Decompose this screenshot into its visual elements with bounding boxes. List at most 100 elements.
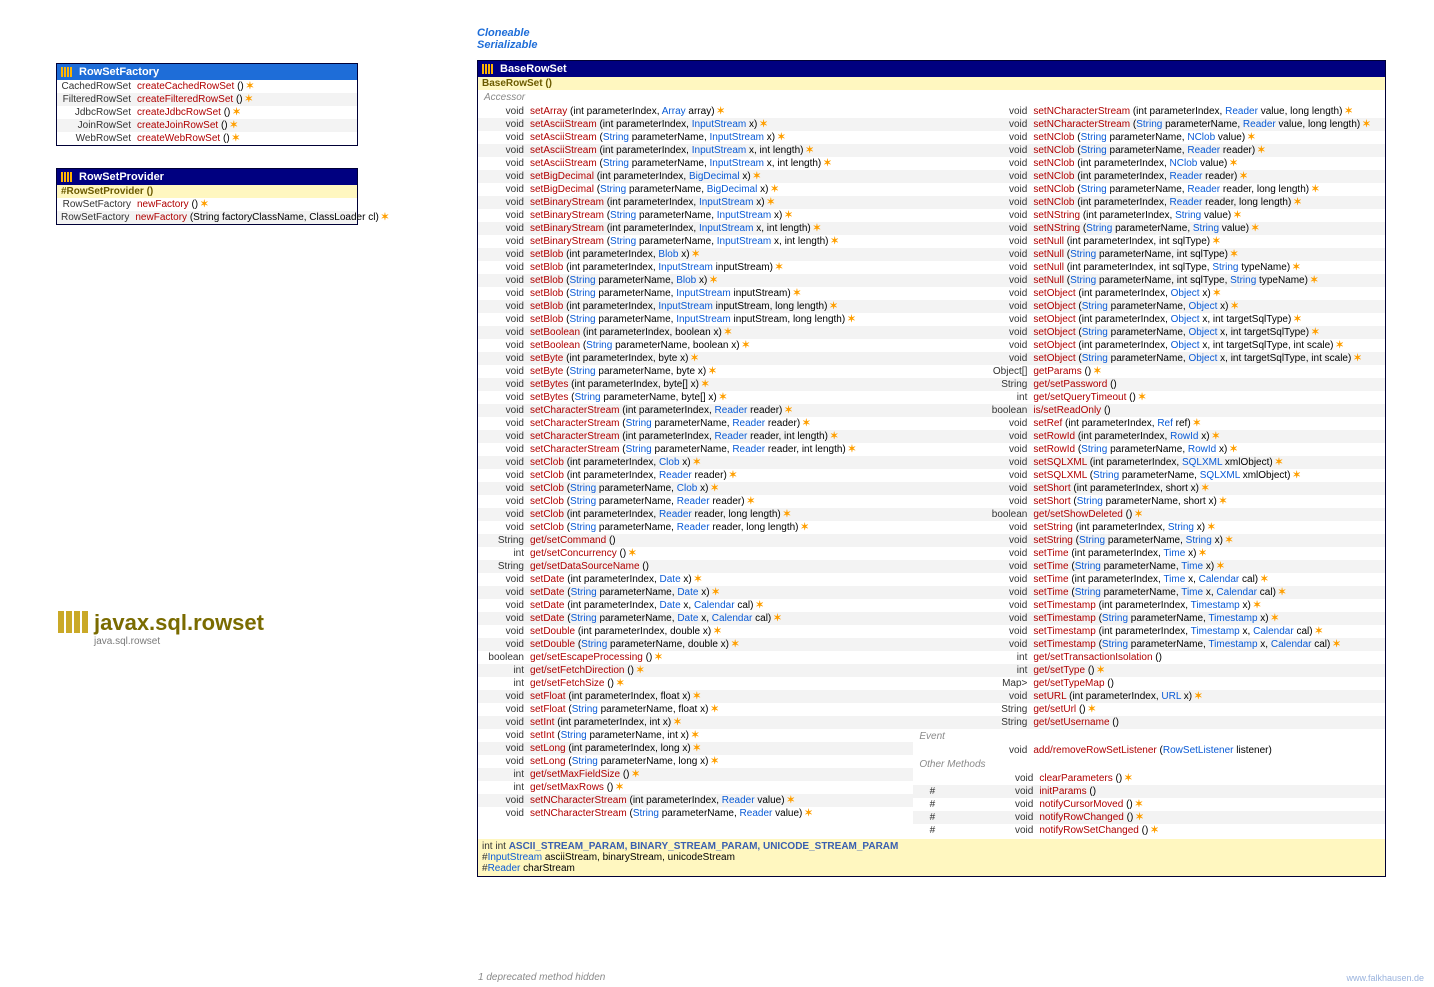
method-row[interactable]: #voidinitParams (): [913, 785, 1385, 798]
method-row[interactable]: voidsetClob (String parameterName, Reade…: [478, 521, 913, 534]
method-row[interactable]: intget/setTransactionIsolation (): [913, 651, 1385, 664]
method-row[interactable]: voidsetAsciiStream (String parameterName…: [478, 131, 913, 144]
method-row[interactable]: voidsetAsciiStream (int parameterIndex, …: [478, 118, 913, 131]
method-row[interactable]: voidsetDouble (String parameterName, dou…: [478, 638, 913, 651]
method-row[interactable]: voidsetNCharacterStream (int parameterIn…: [913, 105, 1385, 118]
method-row[interactable]: voidsetDate (int parameterIndex, Date x)…: [478, 573, 913, 586]
method-row[interactable]: voidsetNClob (int parameterIndex, NClob …: [913, 157, 1385, 170]
method-row[interactable]: Stringget/setPassword (): [913, 378, 1385, 391]
method-row[interactable]: voidsetBoolean (String parameterName, bo…: [478, 339, 913, 352]
method-row[interactable]: Stringget/setUsername (): [913, 716, 1385, 729]
method-row[interactable]: voidsetClob (String parameterName, Clob …: [478, 482, 913, 495]
method-row[interactable]: voidsetAsciiStream (int parameterIndex, …: [478, 144, 913, 157]
method-row[interactable]: voidsetTime (String parameterName, Time …: [913, 586, 1385, 599]
method-row[interactable]: voidsetNClob (String parameterName, Read…: [913, 144, 1385, 157]
method-row[interactable]: voidsetBigDecimal (int parameterIndex, B…: [478, 170, 913, 183]
method-row[interactable]: voidsetObject (String parameterName, Obj…: [913, 300, 1385, 313]
method-row[interactable]: voidsetObject (int parameterIndex, Objec…: [913, 339, 1385, 352]
method-row[interactable]: voidsetBinaryStream (String parameterNam…: [478, 235, 913, 248]
method-row[interactable]: intget/setQueryTimeout ()✶: [913, 391, 1385, 404]
method-row[interactable]: booleanget/setEscapeProcessing ()✶: [478, 651, 913, 664]
method-row[interactable]: voidsetTimestamp (int parameterIndex, Ti…: [913, 599, 1385, 612]
method-row[interactable]: #voidnotifyRowChanged ()✶: [913, 811, 1385, 824]
method-row[interactable]: Stringget/setCommand (): [478, 534, 913, 547]
method-row[interactable]: voidsetNull (int parameterIndex, int sql…: [913, 235, 1385, 248]
method-row[interactable]: voidsetDouble (int parameterIndex, doubl…: [478, 625, 913, 638]
method-row[interactable]: voidsetBlob (int parameterIndex, InputSt…: [478, 300, 913, 313]
method-row[interactable]: Stringget/setUrl ()✶: [913, 703, 1385, 716]
method-row[interactable]: voidsetBlob (int parameterIndex, InputSt…: [478, 261, 913, 274]
method-row[interactable]: voidsetString (int parameterIndex, Strin…: [913, 521, 1385, 534]
method-row[interactable]: voidsetBinaryStream (int parameterIndex,…: [478, 196, 913, 209]
method-row[interactable]: voidsetObject (String parameterName, Obj…: [913, 326, 1385, 339]
method-row[interactable]: voidsetObject (String parameterName, Obj…: [913, 352, 1385, 365]
method-row[interactable]: booleanis/setReadOnly (): [913, 404, 1385, 417]
method-row[interactable]: voidsetClob (String parameterName, Reade…: [478, 495, 913, 508]
method-row[interactable]: voidsetRef (int parameterIndex, Ref ref)…: [913, 417, 1385, 430]
method-row[interactable]: voidsetShort (int parameterIndex, short …: [913, 482, 1385, 495]
interface-cloneable[interactable]: Cloneable: [477, 27, 538, 39]
method-row[interactable]: voidsetAsciiStream (String parameterName…: [478, 157, 913, 170]
method-row[interactable]: voidsetSQLXML (String parameterName, SQL…: [913, 469, 1385, 482]
method-row[interactable]: voidsetBlob (int parameterIndex, Blob x)…: [478, 248, 913, 261]
method-row[interactable]: Stringget/setDataSourceName (): [478, 560, 913, 573]
method-row[interactable]: voidsetBoolean (int parameterIndex, bool…: [478, 326, 913, 339]
method-row[interactable]: RowSetFactorynewFactory ()✶: [57, 198, 357, 211]
method-row[interactable]: JoinRowSetcreateJoinRowSet ()✶: [57, 119, 357, 132]
method-row[interactable]: voidclearParameters ()✶: [913, 772, 1385, 785]
method-row[interactable]: voidsetNull (String parameterName, int s…: [913, 248, 1385, 261]
method-row[interactable]: voidsetNString (String parameterName, St…: [913, 222, 1385, 235]
method-row[interactable]: voidsetCharacterStream (int parameterInd…: [478, 404, 913, 417]
method-row[interactable]: voidsetArray (int parameterIndex, Array …: [478, 105, 913, 118]
method-row[interactable]: voidsetDate (int parameterIndex, Date x,…: [478, 599, 913, 612]
site-credit[interactable]: www.falkhausen.de: [1346, 973, 1424, 983]
method-row[interactable]: voidsetRowId (String parameterName, RowI…: [913, 443, 1385, 456]
method-row[interactable]: voidsetDate (String parameterName, Date …: [478, 612, 913, 625]
method-row[interactable]: intget/setFetchSize ()✶: [478, 677, 913, 690]
method-row[interactable]: voidsetNString (int parameterIndex, Stri…: [913, 209, 1385, 222]
method-row[interactable]: voidsetString (String parameterName, Str…: [913, 534, 1385, 547]
method-row[interactable]: voidsetObject (int parameterIndex, Objec…: [913, 287, 1385, 300]
method-row[interactable]: voidsetTimestamp (String parameterName, …: [913, 638, 1385, 651]
method-row[interactable]: voidsetNCharacterStream (int parameterIn…: [478, 794, 913, 807]
method-row[interactable]: voidsetTimestamp (int parameterIndex, Ti…: [913, 625, 1385, 638]
method-row[interactable]: voidsetBytes (int parameterIndex, byte[]…: [478, 378, 913, 391]
method-row[interactable]: intget/setFetchDirection ()✶: [478, 664, 913, 677]
method-row[interactable]: voidsetClob (int parameterIndex, Reader …: [478, 469, 913, 482]
method-row[interactable]: voidsetBlob (String parameterName, Input…: [478, 313, 913, 326]
method-row[interactable]: voidsetFloat (String parameterName, floa…: [478, 703, 913, 716]
method-row[interactable]: voidsetBigDecimal (String parameterName,…: [478, 183, 913, 196]
method-row[interactable]: voidsetClob (int parameterIndex, Reader …: [478, 508, 913, 521]
method-row[interactable]: voidsetFloat (int parameterIndex, float …: [478, 690, 913, 703]
method-row[interactable]: voidsetBytes (String parameterName, byte…: [478, 391, 913, 404]
method-row[interactable]: voidsetNull (int parameterIndex, int sql…: [913, 261, 1385, 274]
method-row[interactable]: intget/setMaxFieldSize ()✶: [478, 768, 913, 781]
method-row[interactable]: voidsetInt (int parameterIndex, int x)✶: [478, 716, 913, 729]
method-row[interactable]: voidsetCharacterStream (int parameterInd…: [478, 430, 913, 443]
method-row[interactable]: voidsetNCharacterStream (String paramete…: [913, 118, 1385, 131]
method-row[interactable]: RowSetFactorynewFactory (String factoryC…: [57, 211, 357, 224]
method-row[interactable]: voidsetLong (int parameterIndex, long x)…: [478, 742, 913, 755]
method-row[interactable]: WebRowSetcreateWebRowSet ()✶: [57, 132, 357, 145]
method-row[interactable]: Map>get/setTypeMap (): [913, 677, 1385, 690]
method-row[interactable]: voidsetURL (int parameterIndex, URL x)✶: [913, 690, 1385, 703]
method-row[interactable]: voidsetByte (String parameterName, byte …: [478, 365, 913, 378]
method-row[interactable]: CachedRowSetcreateCachedRowSet ()✶: [57, 80, 357, 93]
method-row[interactable]: voidsetShort (String parameterName, shor…: [913, 495, 1385, 508]
method-row[interactable]: #voidnotifyCursorMoved ()✶: [913, 798, 1385, 811]
method-row[interactable]: voidsetBlob (String parameterName, Input…: [478, 287, 913, 300]
method-row[interactable]: voidsetTime (int parameterIndex, Time x)…: [913, 547, 1385, 560]
method-row[interactable]: voidsetNClob (String parameterName, Read…: [913, 183, 1385, 196]
method-row[interactable]: voidsetBlob (String parameterName, Blob …: [478, 274, 913, 287]
method-row[interactable]: voidsetLong (String parameterName, long …: [478, 755, 913, 768]
method-row[interactable]: #voidnotifyRowSetChanged ()✶: [913, 824, 1385, 837]
method-row[interactable]: voidsetTime (int parameterIndex, Time x,…: [913, 573, 1385, 586]
method-row[interactable]: voidsetNCharacterStream (String paramete…: [478, 807, 913, 820]
method-row[interactable]: Object[]getParams ()✶: [913, 365, 1385, 378]
method-row[interactable]: voidsetNClob (int parameterIndex, Reader…: [913, 196, 1385, 209]
method-row[interactable]: voidsetByte (int parameterIndex, byte x)…: [478, 352, 913, 365]
panel-baserowset-header[interactable]: BaseRowSet: [478, 61, 1385, 77]
method-row[interactable]: voidsetBinaryStream (int parameterIndex,…: [478, 222, 913, 235]
method-row[interactable]: voidsetCharacterStream (String parameter…: [478, 443, 913, 456]
method-row[interactable]: intget/setType ()✶: [913, 664, 1385, 677]
